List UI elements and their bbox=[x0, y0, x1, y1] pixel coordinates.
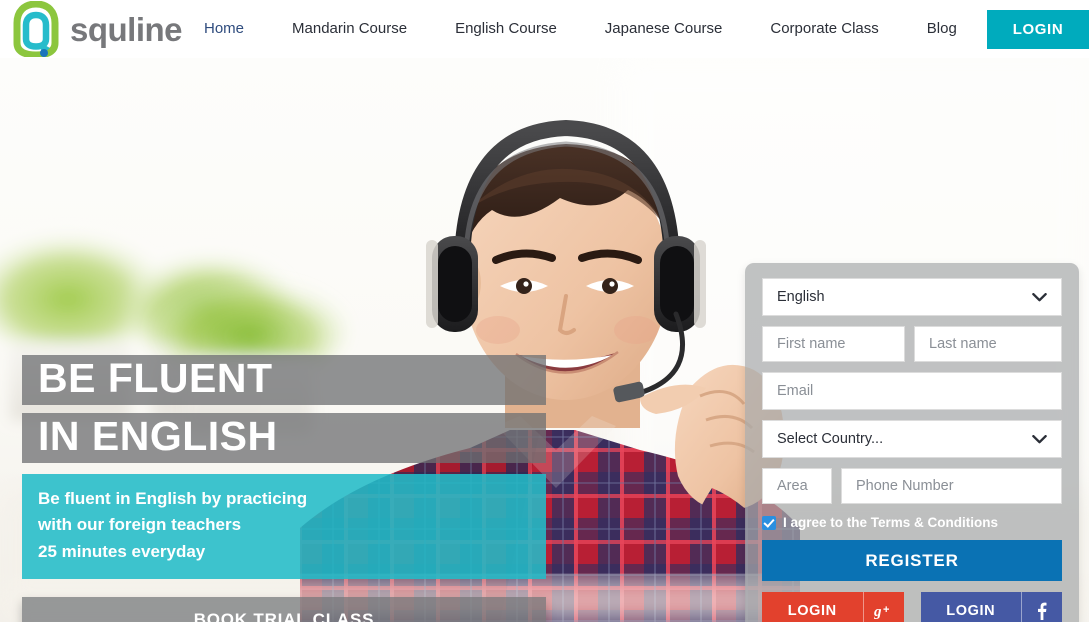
nav-item-mandarin-course[interactable]: Mandarin Course bbox=[268, 0, 431, 58]
hero-subcopy-line-2: with our foreign teachers bbox=[38, 515, 242, 535]
terms-label: I agree to the Terms & Conditions bbox=[783, 515, 999, 530]
book-trial-class-button[interactable]: BOOK TRIAL CLASS bbox=[22, 597, 546, 622]
nav-item-japanese-course[interactable]: Japanese Course bbox=[581, 0, 747, 58]
social-login-row: LOGIN g + LOGIN bbox=[762, 592, 1062, 622]
hero-headline-line-2: IN ENGLISH bbox=[22, 413, 546, 463]
hero-subcopy-line-3: 25 minutes everyday bbox=[38, 541, 206, 561]
register-button[interactable]: REGISTER bbox=[762, 540, 1062, 581]
chevron-down-icon bbox=[1032, 434, 1047, 443]
hero-copy: BE FLUENT IN ENGLISH Be fluent in Englis… bbox=[22, 355, 546, 622]
first-name-input[interactable]: First name bbox=[762, 326, 905, 362]
header-login-button[interactable]: LOGIN bbox=[987, 10, 1089, 49]
country-row: Select Country... bbox=[762, 420, 1062, 458]
svg-text:+: + bbox=[883, 604, 889, 616]
email-row: Email bbox=[762, 372, 1062, 410]
email-input[interactable]: Email bbox=[762, 372, 1062, 410]
brand-logo[interactable]: squline bbox=[10, 0, 183, 59]
country-select[interactable]: Select Country... bbox=[762, 420, 1062, 458]
svg-text:g: g bbox=[874, 604, 882, 619]
google-plus-login-button[interactable]: LOGIN g + bbox=[762, 592, 904, 622]
facebook-icon bbox=[1021, 592, 1062, 622]
area-code-input[interactable]: Area bbox=[762, 468, 832, 504]
facebook-login-button[interactable]: LOGIN bbox=[920, 592, 1062, 622]
terms-checkbox-row[interactable]: I agree to the Terms & Conditions bbox=[762, 515, 1062, 530]
facebook-login-label: LOGIN bbox=[946, 602, 996, 619]
nav-item-blog[interactable]: Blog bbox=[903, 0, 981, 58]
hero-subcopy-line-1: Be fluent in English by practicing bbox=[38, 489, 308, 508]
registration-form-panel: English First name Last name Email Selec… bbox=[745, 263, 1079, 622]
page-root: BE FLUENT IN ENGLISH Be fluent in Englis… bbox=[0, 0, 1089, 622]
hero-section: BE FLUENT IN ENGLISH Be fluent in Englis… bbox=[0, 58, 1089, 622]
last-name-input[interactable]: Last name bbox=[914, 326, 1062, 362]
country-select-value: Select Country... bbox=[777, 431, 884, 447]
name-row: First name Last name bbox=[762, 326, 1062, 362]
google-plus-login-label: LOGIN bbox=[787, 602, 837, 619]
google-plus-icon: g + bbox=[862, 592, 904, 622]
site-header: squline Home Mandarin Course English Cou… bbox=[0, 0, 1089, 59]
language-select-value: English bbox=[777, 289, 825, 305]
chevron-down-icon bbox=[1032, 292, 1047, 301]
language-select[interactable]: English bbox=[762, 278, 1062, 316]
hero-headline-line-1: BE FLUENT bbox=[22, 355, 546, 405]
squline-q-logo-icon bbox=[10, 0, 62, 59]
nav-item-english-course[interactable]: English Course bbox=[431, 0, 581, 58]
terms-checkbox[interactable] bbox=[762, 515, 776, 530]
main-navigation: Home Mandarin Course English Course Japa… bbox=[180, 0, 981, 58]
nav-item-home[interactable]: Home bbox=[180, 0, 268, 58]
nav-item-corporate-class[interactable]: Corporate Class bbox=[746, 0, 902, 58]
brand-wordmark: squline bbox=[70, 10, 183, 48]
hero-subcopy: Be fluent in English by practicing with … bbox=[22, 474, 546, 580]
phone-row: Area Phone Number bbox=[762, 468, 1062, 504]
phone-number-input[interactable]: Phone Number bbox=[841, 468, 1062, 504]
